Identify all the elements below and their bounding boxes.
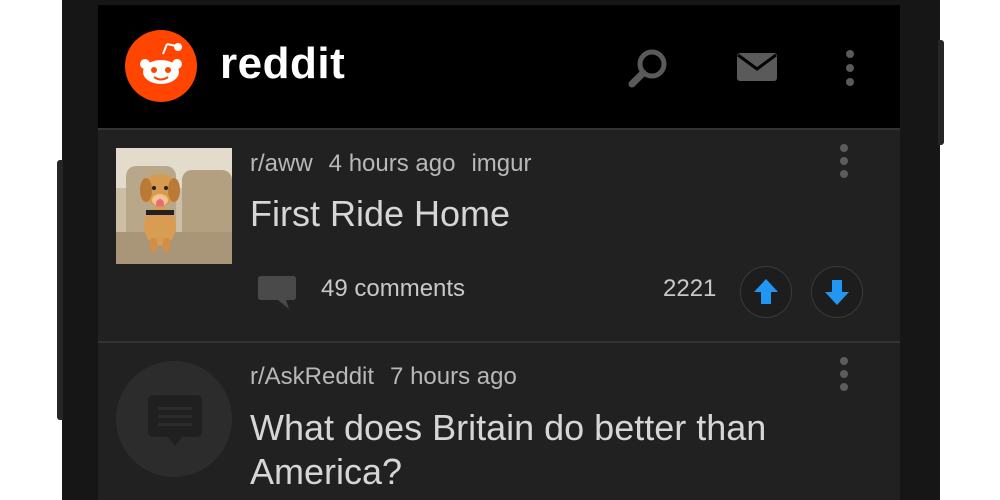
post-meta: r/aww 4 hours ago imgur (250, 150, 547, 178)
post-subreddit[interactable]: r/AskReddit (250, 363, 374, 390)
self-post-icon (146, 393, 204, 454)
mail-icon[interactable] (736, 52, 778, 87)
reddit-logo-icon[interactable] (125, 30, 197, 102)
post-more-icon[interactable] (838, 142, 850, 185)
more-vertical-icon[interactable] (844, 48, 856, 93)
post-title[interactable]: First Ride Home (250, 192, 850, 236)
post-age: 7 hours ago (390, 363, 517, 390)
post-card[interactable]: r/aww 4 hours ago imgur First Ride Home 49… (98, 130, 900, 341)
app-wordmark: reddit (220, 39, 346, 88)
self-post-thumbnail[interactable] (116, 361, 232, 477)
app-bar: reddit (98, 5, 900, 128)
post-domain[interactable]: imgur (471, 150, 531, 177)
post-subreddit[interactable]: r/aww (250, 150, 313, 177)
vote-score: 2221 (663, 275, 717, 302)
comment-icon[interactable] (256, 273, 298, 316)
post-meta: r/AskReddit 7 hours ago (250, 363, 533, 391)
phone-side-button (57, 160, 63, 420)
post-thumbnail[interactable] (116, 148, 232, 264)
post-title[interactable]: What does Britain do better than America… (250, 406, 850, 494)
upvote-button[interactable] (740, 266, 792, 318)
post-more-icon[interactable] (838, 355, 850, 398)
app-screen: reddit r/aww 4 hours ago imgur First Rid… (98, 5, 900, 500)
phone-power-button (938, 40, 944, 145)
downvote-button[interactable] (811, 266, 863, 318)
search-icon[interactable] (626, 47, 670, 96)
comment-count[interactable]: 49 comments (321, 275, 465, 303)
post-card[interactable]: r/AskReddit 7 hours ago What does Britain… (98, 343, 900, 500)
post-age: 4 hours ago (328, 150, 456, 177)
